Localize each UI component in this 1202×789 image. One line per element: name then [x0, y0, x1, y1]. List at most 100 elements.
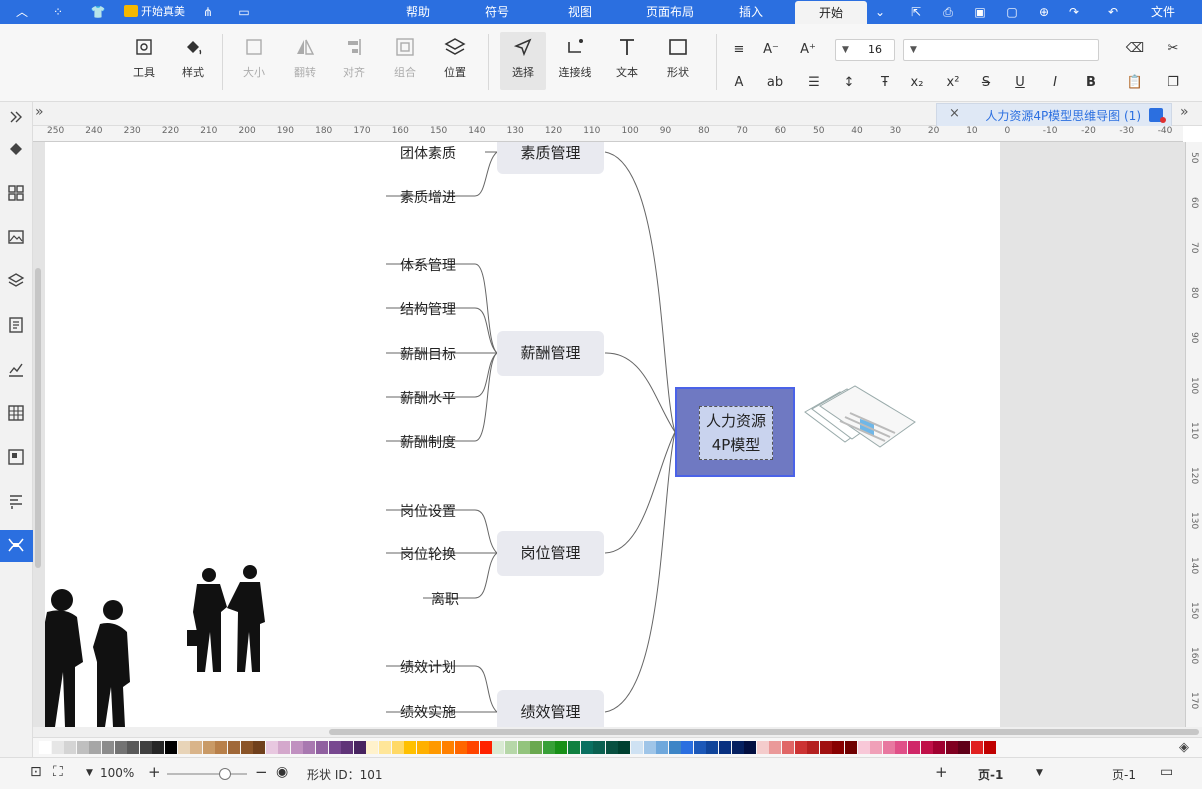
scroll-thumb[interactable]: [329, 729, 1199, 735]
expand-panel-button[interactable]: [0, 102, 33, 134]
leaf-node[interactable]: 团体素质: [400, 143, 456, 163]
grow-font-icon[interactable]: A⁺: [797, 39, 819, 61]
color-swatch[interactable]: [933, 741, 946, 754]
font-name-select[interactable]: ▼: [903, 39, 1099, 61]
color-swatch[interactable]: [731, 741, 744, 754]
brand-label[interactable]: 开始真美: [141, 0, 185, 24]
color-swatch[interactable]: [857, 741, 870, 754]
fit-page-icon[interactable]: ⛶: [53, 764, 63, 780]
color-swatch[interactable]: [328, 741, 341, 754]
collapse-ribbon-icon[interactable]: ︿: [14, 4, 30, 20]
chevron-down-icon[interactable]: ▼: [86, 768, 93, 778]
color-swatch[interactable]: [567, 741, 580, 754]
redo-icon[interactable]: ↷: [1066, 4, 1082, 20]
undo-icon[interactable]: ↶: [1105, 4, 1121, 20]
branch-node-performance[interactable]: 绩效管理: [497, 690, 604, 727]
align-button[interactable]: 对齐: [331, 36, 377, 80]
color-swatch[interactable]: [442, 741, 454, 754]
color-swatch[interactable]: [391, 741, 404, 754]
format-panel-button[interactable]: [0, 486, 33, 518]
add-page-icon[interactable]: +: [935, 763, 948, 781]
color-swatch[interactable]: [240, 741, 253, 754]
fit-width-icon[interactable]: ⊡: [30, 764, 42, 780]
color-swatch[interactable]: [290, 741, 303, 754]
color-swatch[interactable]: [706, 741, 719, 754]
color-swatch[interactable]: [492, 741, 505, 754]
leaf-node[interactable]: 体系管理: [400, 255, 456, 275]
color-swatch[interactable]: [845, 741, 857, 754]
text-case-icon[interactable]: Ŧ: [874, 72, 896, 94]
shape-button[interactable]: 形状: [655, 36, 701, 80]
panel-expand-icon[interactable]: »: [35, 104, 44, 120]
tab-file[interactable]: 文件: [1143, 0, 1183, 24]
color-swatch[interactable]: [832, 741, 845, 754]
skin-icon[interactable]: 👕: [90, 4, 106, 20]
mindmap-panel-button[interactable]: [0, 530, 33, 562]
page-panel-button[interactable]: [0, 310, 33, 342]
color-swatch[interactable]: [89, 741, 102, 754]
color-swatch[interactable]: [618, 741, 631, 754]
panel-collapse-icon[interactable]: »: [1180, 104, 1189, 120]
branch-node-quality[interactable]: 素质管理: [497, 142, 604, 174]
color-swatch[interactable]: [278, 741, 291, 754]
color-swatch[interactable]: [127, 741, 140, 754]
italic-icon[interactable]: I: [1044, 72, 1066, 94]
comment-icon[interactable]: ▭: [236, 4, 252, 20]
underline-icon[interactable]: U: [1009, 72, 1031, 94]
color-swatch[interactable]: [227, 741, 240, 754]
color-swatch[interactable]: [101, 741, 114, 754]
color-swatch[interactable]: [970, 741, 983, 754]
zoom-slider[interactable]: [167, 768, 247, 780]
color-swatch[interactable]: [907, 741, 920, 754]
color-swatch[interactable]: [454, 741, 467, 754]
color-swatch[interactable]: [794, 741, 807, 754]
color-swatch[interactable]: [807, 741, 820, 754]
color-swatch[interactable]: [504, 741, 517, 754]
font-size-select[interactable]: ▼ 16: [835, 39, 895, 61]
apps-grid-icon[interactable]: ⁘: [50, 4, 66, 20]
color-swatch[interactable]: [76, 741, 89, 754]
color-swatch[interactable]: [39, 741, 51, 754]
color-swatch[interactable]: [882, 741, 895, 754]
export-icon[interactable]: ⇱: [908, 4, 924, 20]
more-quick-icon[interactable]: ⌄: [872, 4, 888, 20]
flip-button[interactable]: 翻转: [282, 36, 328, 80]
color-swatch[interactable]: [366, 741, 379, 754]
color-swatch[interactable]: [404, 741, 417, 754]
color-swatch[interactable]: [580, 741, 593, 754]
tab-page-layout[interactable]: 页面布局: [630, 0, 710, 24]
superscript-icon[interactable]: x²: [942, 72, 964, 94]
color-swatch[interactable]: [530, 741, 543, 754]
connector-button[interactable]: 连接线: [552, 36, 598, 80]
color-swatch[interactable]: [114, 741, 127, 754]
page-selector[interactable]: 页-1: [1112, 766, 1136, 783]
central-topic-text-box[interactable]: 人力资源 4P模型: [699, 406, 773, 460]
font-color-icon[interactable]: A: [728, 72, 750, 94]
color-swatch[interactable]: [353, 741, 366, 754]
vertical-scrollbar[interactable]: [33, 268, 43, 568]
chart-panel-button[interactable]: [0, 354, 33, 386]
color-swatch[interactable]: [202, 741, 215, 754]
layers-panel-button[interactable]: [0, 266, 33, 298]
leaf-node[interactable]: 绩效实施: [400, 702, 456, 722]
color-swatch[interactable]: [945, 741, 958, 754]
central-topic[interactable]: 人力资源 4P模型: [675, 387, 795, 477]
color-swatch[interactable]: [177, 741, 190, 754]
leaf-node[interactable]: 岗位轮换: [400, 544, 456, 564]
format-painter-icon[interactable]: ⌫: [1124, 38, 1146, 60]
horizontal-scrollbar[interactable]: [33, 727, 1202, 737]
select-button[interactable]: 选择: [500, 32, 546, 90]
leaf-node[interactable]: 岗位设置: [400, 501, 456, 521]
tab-start[interactable]: 开始: [795, 1, 867, 24]
color-swatch[interactable]: [870, 741, 883, 754]
zoom-level[interactable]: 100%: [100, 766, 134, 780]
color-swatch[interactable]: [542, 741, 555, 754]
fill-panel-button[interactable]: [0, 134, 33, 166]
color-swatch[interactable]: [719, 741, 732, 754]
position-button[interactable]: 位置: [432, 36, 478, 80]
bold-icon[interactable]: B: [1080, 72, 1102, 94]
color-swatch[interactable]: [681, 741, 694, 754]
leaf-node[interactable]: 绩效计划: [400, 657, 456, 677]
paste-icon[interactable]: 📋: [1124, 72, 1146, 94]
scroll-thumb[interactable]: [35, 268, 41, 568]
